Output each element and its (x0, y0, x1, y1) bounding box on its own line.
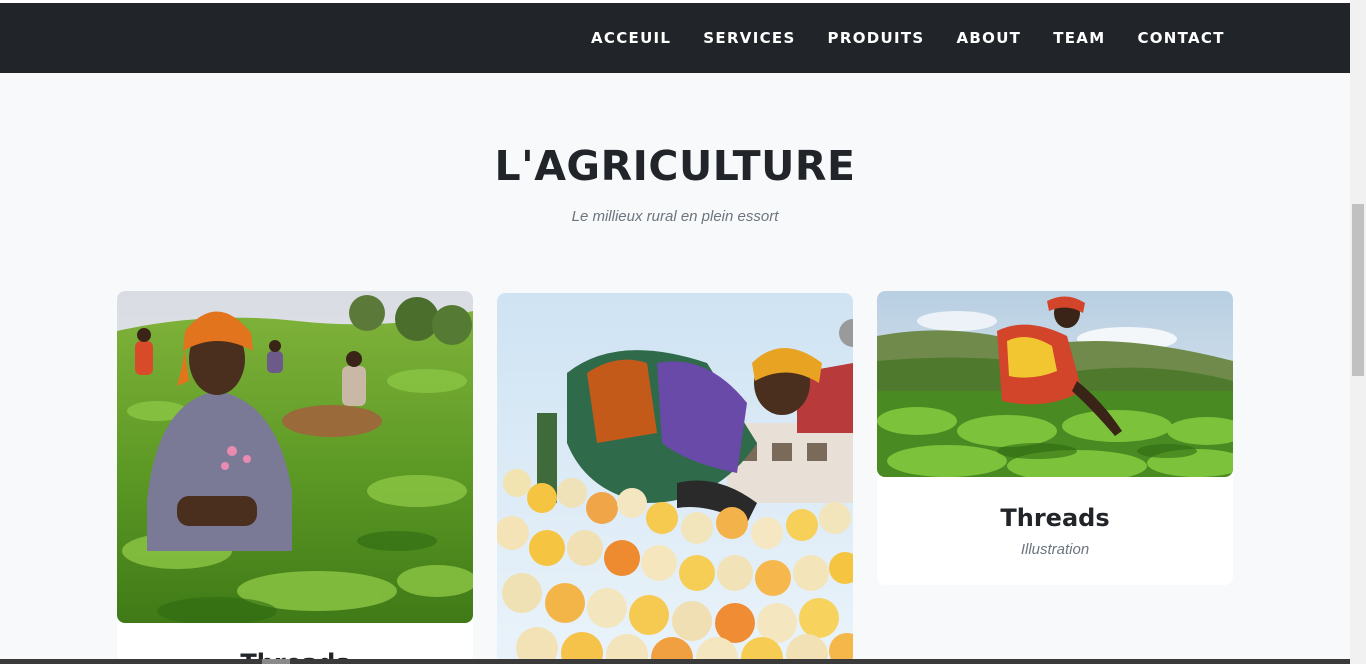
nav-item-produits: PRODUITS (812, 29, 941, 47)
horizontal-scrollbar[interactable] (0, 659, 1350, 664)
scrollbar-thumb[interactable] (1352, 204, 1364, 376)
portfolio-caption-subtitle-3: Illustration (1020, 541, 1090, 558)
nav-item-services: SERVICES (687, 29, 811, 47)
horizontal-scrollbar-thumb[interactable] (262, 659, 290, 664)
section-subtitle: Le millieux rural en plein essort (571, 208, 779, 225)
nav-item-contact: CONTACT (1121, 29, 1240, 47)
tea-picker-photo (117, 291, 473, 623)
nav-link-acceuil[interactable]: ACCEUIL (575, 29, 687, 47)
nav-menu: ACCEUIL SERVICES PRODUITS ABOUT TEAM CON… (575, 3, 1241, 73)
portfolio-caption-title-3: Threads (1000, 504, 1110, 532)
tea-field-photo (877, 291, 1233, 477)
vertical-scrollbar[interactable] (1350, 0, 1366, 664)
nav-link-produits[interactable]: PRODUITS (812, 29, 941, 47)
section-title: L'AGRICULTURE (494, 142, 856, 190)
portfolio-image-tea-field[interactable] (877, 291, 1233, 477)
portfolio-item-3[interactable]: Threads Illustration (877, 291, 1233, 585)
portfolio-image-fruit-seller[interactable] (497, 293, 853, 664)
nav-item-team: TEAM (1037, 29, 1121, 47)
nav-link-contact[interactable]: CONTACT (1121, 29, 1240, 47)
nav-link-services[interactable]: SERVICES (687, 29, 811, 47)
portfolio-image-tea-picker[interactable] (117, 291, 473, 623)
portfolio-item-2[interactable] (497, 293, 853, 664)
fruit-seller-photo (497, 293, 853, 664)
nav-item-acceuil: ACCEUIL (575, 29, 687, 47)
navbar: ACCEUIL SERVICES PRODUITS ABOUT TEAM CON… (0, 3, 1350, 73)
nav-item-about: ABOUT (941, 29, 1038, 47)
nav-link-about[interactable]: ABOUT (941, 29, 1038, 47)
nav-link-team[interactable]: TEAM (1037, 29, 1121, 47)
portfolio-item-1[interactable]: Threads (117, 291, 473, 664)
